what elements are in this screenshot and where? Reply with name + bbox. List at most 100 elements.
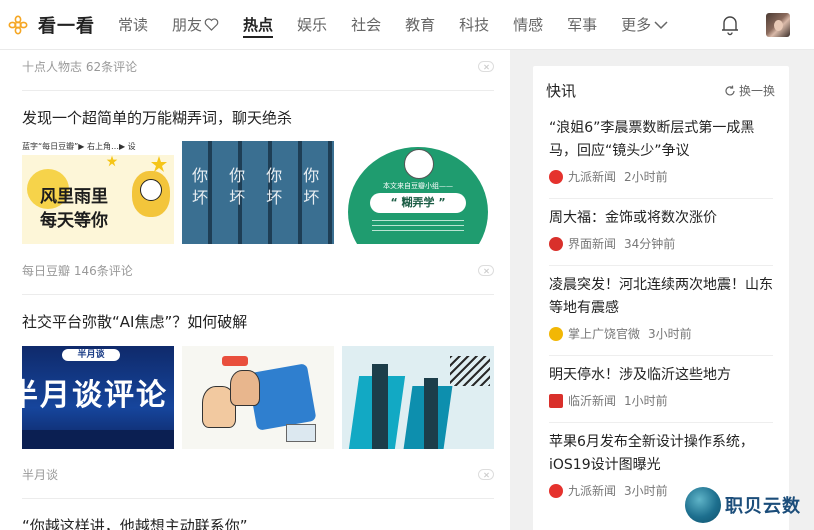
source-icon <box>549 236 563 251</box>
feed-item: 每日豆瓣 146条评论 <box>22 262 494 279</box>
source-icon <box>549 393 563 408</box>
thumbnail-image[interactable]: 半月谈 半月谈评论 <box>22 346 174 449</box>
thumbnail-image[interactable] <box>182 346 334 449</box>
feed-item: 半月谈 <box>22 466 494 483</box>
source-icon <box>549 483 563 498</box>
category-nav: 常读 朋友 热点 娱乐 社会 教育 科技 情感 军事 更多 <box>118 0 693 50</box>
tab-society[interactable]: 社会 <box>351 0 381 50</box>
refresh-icon <box>725 85 735 95</box>
divider <box>22 90 494 91</box>
quick-news-item[interactable]: 明天停水！涉及临沂这些地方 临沂新闻 1小时前 <box>549 364 775 409</box>
thumb-badge: 半月谈 <box>62 349 120 361</box>
thumbnail-image[interactable] <box>342 346 494 449</box>
tab-military[interactable]: 军事 <box>567 0 597 50</box>
feed-item-images[interactable]: 半月谈 半月谈评论 <box>22 346 494 449</box>
news-source: 临沂新闻 <box>568 394 617 408</box>
quick-news-item[interactable]: 凌晨突发！河北连续两次地震！山东等地有震感 掌上广饶官微 3小时前 <box>549 274 775 342</box>
refresh-button[interactable]: 换一换 <box>724 82 775 99</box>
divider <box>549 422 773 423</box>
tab-entertainment[interactable]: 娱乐 <box>297 0 327 50</box>
tab-label: 军事 <box>567 16 598 34</box>
thumb-caption: 本文来自豆瓣小组—— <box>383 182 453 190</box>
heart-icon <box>204 18 219 31</box>
news-time: 2小时前 <box>624 170 668 184</box>
app-logo[interactable]: 看一看 <box>8 12 118 38</box>
news-source: 掌上广饶官微 <box>568 327 641 341</box>
avatar[interactable] <box>766 13 790 37</box>
app-title: 看一看 <box>38 15 95 37</box>
tab-friends[interactable]: 朋友 <box>172 0 219 50</box>
tab-label: 朋友 <box>172 16 203 34</box>
bell-icon[interactable] <box>720 14 740 36</box>
news-title[interactable]: “浪姐6”李晨票数断层式第一成黑马，回应“镜头少”争议 <box>549 117 775 163</box>
tab-label: 更多 <box>621 16 652 34</box>
thumbnail-image[interactable]: 本文来自豆瓣小组—— “ 糊弄学 ” <box>342 141 494 244</box>
tab-label: 娱乐 <box>297 16 328 34</box>
dislike-icon[interactable] <box>478 265 494 276</box>
thumb-headline: 半月谈评论 <box>22 378 168 413</box>
flower-logo-icon <box>8 14 28 35</box>
refresh-label: 换一换 <box>738 84 775 98</box>
chevron-down-icon <box>654 20 668 29</box>
watermark-text: 职贝云数 <box>725 496 801 517</box>
source-icon <box>549 169 563 184</box>
quick-news-panel: 快讯 换一换 “浪姐6”李晨票数断层式第一成黑马，回应“镜头少”争议 九派新闻 2… <box>533 66 789 530</box>
divider <box>549 265 773 266</box>
panel-title: 快讯 <box>546 82 577 100</box>
news-title[interactable]: 凌晨突发！河北连续两次地震！山东等地有震感 <box>549 274 775 320</box>
divider <box>549 355 773 356</box>
tab-label: 社会 <box>351 16 382 34</box>
dislike-icon[interactable] <box>478 469 494 480</box>
news-time: 1小时前 <box>624 394 668 408</box>
item-meta: 半月谈 <box>22 468 59 482</box>
news-source: 界面新闻 <box>568 237 617 251</box>
thumbnail-image[interactable]: 蓝字“每日豆瓣”▶ 右上角…▶ 设 风里雨里 每天等你 <box>22 141 174 244</box>
feed-item-images[interactable]: 蓝字“每日豆瓣”▶ 右上角…▶ 设 风里雨里 每天等你 你 你 你 你 你 坏 … <box>22 141 494 244</box>
tab-label: 常读 <box>118 16 149 34</box>
feed-item[interactable]: 社交平台弥散“AI焦虑”？如何破解 <box>22 312 494 332</box>
news-title[interactable]: 周大福：金饰或将数次涨价 <box>549 207 775 230</box>
tab-label: 热点 <box>243 16 274 34</box>
quick-news-item[interactable]: 周大福：金饰或将数次涨价 界面新闻 34分钟前 <box>549 207 775 252</box>
top-header: 看一看 常读 朋友 热点 娱乐 社会 教育 科技 情感 军事 更多 <box>0 0 814 50</box>
tab-education[interactable]: 教育 <box>405 0 435 50</box>
watermark-logo-icon <box>685 487 721 523</box>
tab-label: 情感 <box>513 16 544 34</box>
news-source: 九派新闻 <box>568 484 617 498</box>
thumbnail-image[interactable]: 你 你 你 你 你 坏 坏 坏 坏 坏 <box>182 141 334 244</box>
news-feed: 十点人物志 62条评论 发现一个超简单的万能糊弄词，聊天绝杀 蓝字“每日豆瓣”▶… <box>0 50 510 530</box>
thumb-headline: “ 糊弄学 ” <box>370 193 466 213</box>
divider <box>22 498 494 499</box>
tab-hot[interactable]: 热点 <box>243 0 274 50</box>
feed-item[interactable]: “你越这样讲，他越想主动联系你” <box>22 516 494 530</box>
tab-changdu[interactable]: 常读 <box>118 0 148 50</box>
tab-more[interactable]: 更多 <box>621 0 669 50</box>
news-title[interactable]: 明天停水！涉及临沂这些地方 <box>549 364 775 387</box>
item-meta: 每日豆瓣 146条评论 <box>22 264 133 278</box>
tab-tech[interactable]: 科技 <box>459 0 489 50</box>
thumb-caption: 蓝字“每日豆瓣”▶ 右上角…▶ 设 <box>22 141 174 155</box>
news-time: 34分钟前 <box>624 237 676 251</box>
star-icon <box>151 156 167 172</box>
divider <box>22 294 494 295</box>
item-meta: 十点人物志 62条评论 <box>22 60 138 74</box>
tab-label: 教育 <box>405 16 436 34</box>
news-title[interactable]: 苹果6月发布全新设计操作系统，iOS19设计图曝光 <box>549 431 775 477</box>
tab-emotion[interactable]: 情感 <box>513 0 543 50</box>
news-time: 3小时前 <box>624 484 668 498</box>
divider <box>549 198 773 199</box>
dislike-icon[interactable] <box>478 61 494 72</box>
thumb-headline: 你 你 你 你 你 坏 坏 坏 坏 坏 <box>192 166 328 207</box>
news-source: 九派新闻 <box>568 170 617 184</box>
source-icon <box>549 326 563 341</box>
thumb-headline: 风里雨里 每天等你 <box>40 187 108 231</box>
item-title[interactable]: “你越这样讲，他越想主动联系你” <box>22 516 494 530</box>
watermark: 职贝云数 <box>685 487 801 523</box>
item-title[interactable]: 社交平台弥散“AI焦虑”？如何破解 <box>22 312 494 332</box>
news-time: 3小时前 <box>648 327 692 341</box>
tab-label: 科技 <box>459 16 490 34</box>
feed-item: 十点人物志 62条评论 <box>22 58 494 75</box>
item-title[interactable]: 发现一个超简单的万能糊弄词，聊天绝杀 <box>22 108 494 128</box>
quick-news-item[interactable]: “浪姐6”李晨票数断层式第一成黑马，回应“镜头少”争议 九派新闻 2小时前 <box>549 117 775 185</box>
feed-item[interactable]: 发现一个超简单的万能糊弄词，聊天绝杀 <box>22 108 494 128</box>
